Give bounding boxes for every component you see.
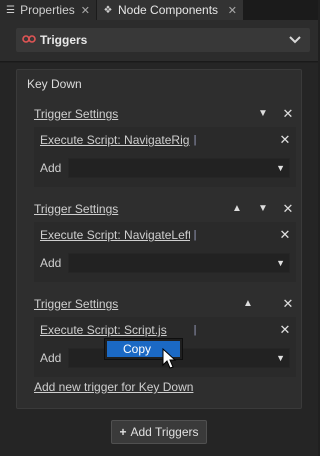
tab-label: Properties bbox=[20, 3, 75, 17]
dropdown-caret-icon: ▼ bbox=[276, 163, 285, 173]
add-action-row: Add ▼ bbox=[40, 252, 290, 274]
close-icon[interactable]: ✕ bbox=[228, 4, 237, 17]
separator: | bbox=[193, 134, 197, 146]
separator: | bbox=[193, 324, 197, 336]
components-icon: ❖ bbox=[103, 4, 113, 16]
tab-properties[interactable]: ☰ Properties ✕ bbox=[0, 0, 96, 20]
list-icon: ☰ bbox=[6, 4, 16, 16]
trigger-settings-link[interactable]: Trigger Settings bbox=[34, 202, 220, 216]
mouse-cursor-icon bbox=[162, 347, 178, 370]
add-triggers-button[interactable]: + Add Triggers bbox=[111, 420, 207, 444]
triggers-section-header[interactable]: Triggers bbox=[16, 28, 310, 52]
add-action-row: Add ▼ bbox=[40, 157, 290, 179]
trigger-settings-link[interactable]: Trigger Settings bbox=[34, 297, 231, 311]
move-up-icon[interactable]: ▲ bbox=[240, 296, 256, 312]
action-link[interactable]: Execute Script: NavigateRigh bbox=[40, 133, 190, 147]
add-action-dropdown[interactable]: ▼ bbox=[68, 158, 290, 178]
remove-action-icon[interactable]: ✕ bbox=[278, 322, 292, 338]
panel-header: Triggers bbox=[0, 20, 318, 62]
add-new-trigger-link[interactable]: Add new trigger for Key Down bbox=[34, 380, 193, 394]
remove-action-icon[interactable]: ✕ bbox=[278, 227, 292, 243]
triggers-icon bbox=[22, 33, 40, 47]
action-box: Execute Script: NavigateLeft. | ✕ Add ▼ bbox=[34, 222, 296, 282]
action-row: Execute Script: NavigateLeft. | ✕ bbox=[40, 226, 292, 244]
move-down-icon[interactable]: ▼ bbox=[255, 106, 271, 122]
add-triggers-label: Add Triggers bbox=[130, 425, 199, 439]
action-link[interactable]: Execute Script: NavigateLeft. bbox=[40, 228, 190, 242]
trigger-title: Key Down bbox=[27, 77, 82, 91]
plus-icon: + bbox=[119, 425, 127, 439]
action-row: Execute Script: Script.js | ✕ bbox=[40, 321, 292, 339]
action-link[interactable]: Execute Script: Script.js bbox=[40, 323, 190, 337]
tab-node-components[interactable]: ❖ Node Components ✕ bbox=[97, 0, 243, 20]
trigger-settings-row: Trigger Settings ▲ ▼ ✕ bbox=[34, 200, 296, 218]
remove-icon[interactable]: ✕ bbox=[280, 106, 296, 122]
tab-bar: ☰ Properties ✕ ❖ Node Components ✕ bbox=[0, 0, 318, 20]
dropdown-caret-icon: ▼ bbox=[276, 258, 285, 268]
add-label: Add bbox=[40, 256, 62, 270]
chevron-down-icon[interactable] bbox=[288, 33, 302, 47]
add-label: Add bbox=[40, 161, 62, 175]
remove-action-icon[interactable]: ✕ bbox=[278, 132, 292, 148]
tab-label: Node Components bbox=[118, 3, 219, 17]
trigger-settings-link[interactable]: Trigger Settings bbox=[34, 107, 246, 121]
section-title: Triggers bbox=[40, 33, 88, 47]
panel-content: Key Down Trigger Settings ▼ ✕ Execute Sc… bbox=[0, 63, 318, 456]
action-box: Execute Script: NavigateRigh | ✕ Add ▼ bbox=[34, 127, 296, 187]
close-icon[interactable]: ✕ bbox=[81, 4, 90, 17]
move-down-icon[interactable]: ▼ bbox=[255, 201, 271, 217]
trigger-settings-row: Trigger Settings ▲ ✕ bbox=[34, 295, 296, 313]
trigger-settings-row: Trigger Settings ▼ ✕ bbox=[34, 105, 296, 123]
dropdown-caret-icon: ▼ bbox=[276, 353, 285, 363]
action-row: Execute Script: NavigateRigh | ✕ bbox=[40, 131, 292, 149]
add-label: Add bbox=[40, 351, 62, 365]
remove-icon[interactable]: ✕ bbox=[280, 201, 296, 217]
remove-icon[interactable]: ✕ bbox=[280, 296, 296, 312]
add-action-dropdown[interactable]: ▼ bbox=[68, 253, 290, 273]
move-up-icon[interactable]: ▲ bbox=[229, 201, 245, 217]
separator: | bbox=[193, 229, 197, 241]
